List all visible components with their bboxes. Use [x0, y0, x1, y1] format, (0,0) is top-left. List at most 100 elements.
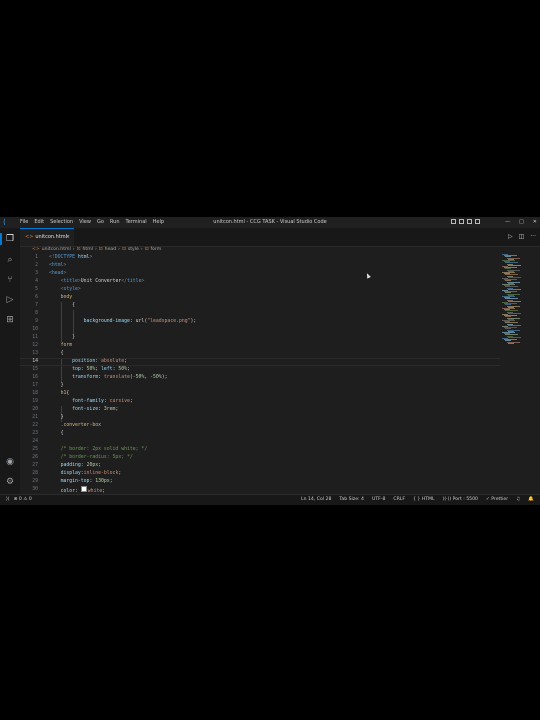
breadcrumb-item[interactable]: html	[82, 246, 92, 254]
code-line[interactable]: 21 }	[20, 414, 500, 422]
code-line[interactable]: 10	[20, 326, 500, 334]
status-item[interactable]: ((·)) Port : 5500	[443, 495, 478, 505]
toggle-panel-icon[interactable]	[459, 219, 464, 224]
symbol-icon: ⊡	[121, 247, 126, 252]
code-line[interactable]: 19 font-family: cursive;	[20, 398, 500, 406]
code-line[interactable]: 29 margin-top: 130px;	[20, 478, 500, 486]
minimap-line	[508, 324, 521, 326]
problems-indicator[interactable]: ⊗ 0 ⚠ 0	[14, 495, 32, 505]
toggle-primary-sidebar-icon[interactable]	[451, 219, 456, 224]
code-line[interactable]: 5 <style>	[20, 286, 500, 294]
code-editor[interactable]: 1 <!DOCTYPE html> 2 <html> 3 <head> 4 <title>U…	[20, 254, 500, 494]
code-line[interactable]: 20 font-size: 3rem;	[20, 406, 500, 414]
run-file-icon[interactable]: ▷	[508, 228, 513, 246]
code-line[interactable]: 8	[20, 310, 500, 318]
code-text: position: absolute;	[49, 359, 127, 365]
tab-unitcon-html[interactable]: <> unitcon.html ×	[20, 228, 74, 246]
status-item[interactable]: { } HTML	[413, 495, 435, 505]
remote-icon[interactable]: ⟩⟨	[6, 495, 10, 505]
code-line[interactable]: 22 .converter-box	[20, 422, 500, 430]
code-line[interactable]: 14 position: absolute;	[20, 358, 500, 366]
line-number: 17	[32, 383, 38, 388]
code-token: title	[63, 279, 78, 284]
code-line[interactable]: 17 }	[20, 382, 500, 390]
code-line[interactable]: 11 }	[20, 334, 500, 342]
status-item[interactable]: 🔔	[528, 495, 534, 505]
close-window-icon[interactable]: ✕	[533, 217, 537, 228]
gear-icon[interactable]: ⚙	[4, 476, 16, 488]
more-actions-icon[interactable]: ···	[530, 228, 536, 246]
files-icon[interactable]: ❐	[0, 233, 16, 245]
code-line[interactable]: 2 <html>	[20, 262, 500, 270]
code-line[interactable]: 6 body	[20, 294, 500, 302]
code-token: 20px	[86, 463, 99, 468]
code-token: 3rem	[103, 407, 116, 412]
code-text: }	[49, 382, 64, 390]
line-number: 27	[32, 463, 38, 468]
code-token: {	[72, 303, 75, 308]
status-item[interactable]: ✓ Prettier	[486, 495, 508, 505]
status-item[interactable]: CRLF	[393, 495, 405, 505]
code-token: transform	[72, 375, 99, 380]
code-token: );	[161, 375, 168, 380]
toggle-secondary-sidebar-icon[interactable]	[467, 219, 472, 224]
status-item[interactable]: ♫	[516, 495, 520, 505]
status-item[interactable]: Ln 14, Col 28	[301, 495, 331, 505]
minimize-icon[interactable]: —	[505, 217, 510, 228]
code-token: >	[89, 255, 93, 260]
code-line[interactable]: 23 {	[20, 430, 500, 438]
code-token: >	[77, 287, 81, 292]
code-line[interactable]: 30 color: white;	[20, 486, 500, 494]
code-line[interactable]: 15 top: 50%; left: 50%;	[20, 366, 500, 374]
code-token: ;	[124, 359, 127, 364]
code-line[interactable]: 18 h1{	[20, 390, 500, 398]
code-line[interactable]: 1 <!DOCTYPE html>	[20, 254, 500, 262]
code-line[interactable]: 26 /* border-radius: 5px; */	[20, 454, 500, 462]
code-line[interactable]: 13 {	[20, 350, 500, 358]
status-item[interactable]: Tab Size: 4	[339, 495, 364, 505]
line-number: 8	[35, 311, 38, 316]
code-text: form	[49, 342, 73, 350]
split-editor-icon[interactable]: ◫	[519, 228, 525, 246]
code-line[interactable]: 4 <title>Unit Converter</title>	[20, 278, 500, 286]
breadcrumb-item[interactable]: form	[151, 246, 162, 254]
breadcrumb-item[interactable]: style	[128, 246, 139, 254]
code-token: 50%	[86, 367, 96, 372]
color-swatch-icon[interactable]	[80, 486, 87, 492]
code-token: left	[101, 367, 113, 372]
account-icon[interactable]: ◉	[4, 456, 16, 468]
code-line[interactable]: 27 padding: 20px;	[20, 462, 500, 470]
search-icon[interactable]: ⌕	[4, 254, 16, 266]
code-token: }	[72, 335, 75, 340]
code-token: }	[60, 415, 64, 420]
maximize-icon[interactable]: □	[519, 217, 524, 228]
line-number: 24	[32, 439, 38, 444]
code-line[interactable]: 16 transform: translate(-50%, -50%);	[20, 374, 500, 382]
code-line[interactable]: 7 {	[20, 302, 500, 310]
breadcrumb-item[interactable]: unitcon.html	[42, 246, 71, 254]
run-debug-icon[interactable]: ▷	[4, 294, 16, 306]
customize-layout-icon[interactable]	[475, 219, 480, 224]
code-line[interactable]: 12 form	[20, 342, 500, 350]
minimap-line	[508, 312, 521, 314]
line-number: 7	[35, 303, 38, 308]
breadcrumb-item[interactable]: head	[105, 246, 116, 254]
tab-close-icon[interactable]: ×	[66, 229, 70, 246]
code-line[interactable]: 28 display:inline-block;	[20, 470, 500, 478]
minimap-line	[508, 336, 521, 338]
source-control-icon[interactable]: ⑂	[4, 274, 16, 286]
minimap[interactable]	[500, 254, 540, 494]
status-item[interactable]: UTF-8	[372, 495, 385, 505]
code-line[interactable]: 24	[20, 438, 500, 446]
code-line[interactable]: 25 /* border: 2px solid white; */	[20, 446, 500, 454]
code-token: >	[63, 263, 67, 268]
code-line[interactable]: 9 background-image: url("leadspace.png")…	[20, 318, 500, 326]
breadcrumb-separator: ›	[118, 247, 120, 252]
code-line[interactable]: 3 <head>	[20, 270, 500, 278]
extensions-icon[interactable]: ⊞	[4, 314, 16, 326]
